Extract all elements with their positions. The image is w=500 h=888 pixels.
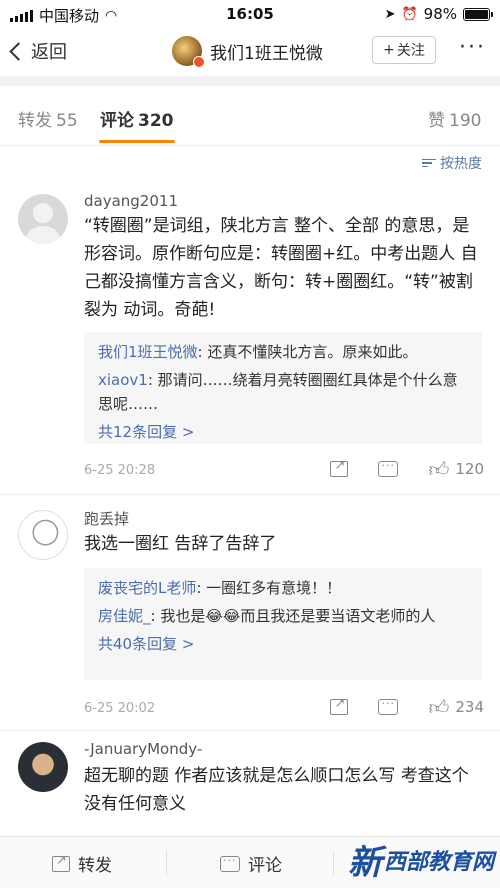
plus-icon: +: [383, 42, 395, 58]
comment-meta: 6-25 20:02 👍︎ 234: [84, 695, 484, 722]
reply-box[interactable]: 废丧宅的L老师: 一圈红多有意境！！ 房佳妮_: 我也是😂😂而且我还是要当语文老…: [84, 568, 482, 680]
back-label: 返回: [31, 42, 67, 63]
battery-percent: 98%: [423, 5, 457, 23]
share-icon: [330, 696, 349, 715]
like-button[interactable]: 👍︎ 120: [428, 457, 484, 481]
watermark-logo: 新 西部教育网: [348, 835, 494, 884]
reply-box[interactable]: 我们1班王悦微: 还真不懂陕北方言。原来如此。 xiaov1: 那请问……绕着月…: [84, 332, 482, 444]
reply-username[interactable]: xiaov1: [98, 371, 148, 389]
chevron-left-icon: [9, 41, 28, 61]
share-icon: [330, 458, 349, 477]
reply-username[interactable]: 废丧宅的L老师: [98, 579, 196, 597]
more-options-icon[interactable]: ···: [459, 37, 486, 59]
reply-item: 废丧宅的L老师: 一圈红多有意境！！: [98, 576, 468, 600]
reply-text: : 我也是😂😂而且我还是要当语文老师的人: [150, 607, 436, 625]
divider: [0, 730, 500, 731]
avatar[interactable]: [18, 194, 68, 244]
verified-badge-icon: [193, 56, 205, 68]
reply-item: 我们1班王悦微: 还真不懂陕北方言。原来如此。: [98, 340, 468, 364]
repost-label: 转发: [78, 856, 112, 876]
comment-meta: 6-25 20:28 👍︎ 120: [84, 457, 484, 484]
reply-username[interactable]: 房佳妮_: [98, 607, 151, 625]
page-title-group[interactable]: 我们1班王悦微: [172, 36, 323, 68]
comment-icon: [378, 459, 399, 477]
tab-repost[interactable]: 转发 55: [18, 106, 78, 131]
reply-text: : 还真不懂陕北方言。原来如此。: [197, 343, 418, 361]
reply-username[interactable]: 我们1班王悦微: [98, 343, 198, 361]
comment-username[interactable]: 跑丢掉: [84, 508, 129, 529]
sort-icon: [422, 158, 436, 168]
follow-label: 关注: [396, 43, 425, 59]
tab-comments[interactable]: 评论 320: [100, 106, 174, 131]
status-bar: 中国移动 ◠ 16:05 ➤ ⏰ 98%: [0, 0, 500, 28]
comment-time: 6-25 20:02: [84, 701, 156, 716]
page-title: 我们1班王悦微: [210, 43, 323, 64]
comment-icon: [378, 697, 399, 715]
comment-text: 超无聊的题 作者应该就是怎么顺口怎么写 考查这个没有任何意义: [84, 766, 469, 814]
tab-label: 评论: [100, 111, 134, 131]
battery-fill: [465, 9, 488, 19]
comment-username[interactable]: -JanuaryMondy-: [84, 740, 202, 758]
more-replies-link[interactable]: 共12条回复 >: [98, 420, 468, 444]
tab-label: 转发: [18, 111, 52, 131]
tab-count: 55: [56, 111, 78, 131]
like-button[interactable]: 👍︎ 234: [428, 695, 484, 719]
avatar[interactable]: [172, 36, 205, 68]
like-count: 120: [455, 460, 484, 478]
comment-time: 6-25 20:28: [84, 463, 156, 478]
follow-button[interactable]: + 关注: [372, 36, 436, 64]
section-divider: [0, 76, 500, 86]
battery-icon: [463, 7, 493, 21]
reply-text: : 那请问……绕着月亮转圈圈红具体是个什么意思呢……: [98, 371, 458, 413]
watermark-text: 西部教育网: [383, 848, 494, 875]
comment-username[interactable]: dayang2011: [84, 192, 178, 210]
comment-icon: [220, 854, 240, 872]
back-button[interactable]: 返回: [9, 38, 67, 64]
repost-button[interactable]: [330, 696, 349, 715]
reply-button[interactable]: [378, 459, 399, 477]
divider: [333, 851, 334, 875]
alarm-icon: ⏰: [401, 6, 418, 22]
comment-label: 评论: [248, 856, 282, 876]
more-replies-link[interactable]: 共40条回复 >: [98, 632, 468, 656]
comment-action[interactable]: 评论: [220, 851, 282, 876]
repost-action[interactable]: 转发: [52, 851, 112, 876]
share-icon: [52, 853, 70, 872]
divider: [166, 851, 167, 875]
reply-text: : 一圈红多有意境！！: [196, 579, 342, 597]
sort-button[interactable]: 按热度: [422, 153, 482, 173]
tab-label: 赞: [428, 111, 445, 131]
watermark-glyph: 新: [347, 843, 382, 883]
avatar[interactable]: [18, 742, 68, 792]
tab-bar: 转发 55 评论 320 赞 190: [0, 86, 500, 146]
thumbs-up-icon: 👍︎: [428, 457, 450, 481]
thumbs-up-icon: 👍︎: [428, 695, 450, 719]
location-icon: ➤: [384, 6, 396, 22]
repost-button[interactable]: [330, 458, 349, 477]
sort-label: 按热度: [440, 156, 482, 172]
divider: [0, 494, 500, 495]
reply-item: xiaov1: 那请问……绕着月亮转圈圈红具体是个什么意思呢……: [98, 368, 468, 416]
tab-likes[interactable]: 赞 190: [428, 106, 481, 131]
tab-count: 190: [449, 111, 482, 131]
comment-text: 我选一圈红 告辞了告辞了: [84, 534, 277, 554]
reply-item: 房佳妮_: 我也是😂😂而且我还是要当语文老师的人: [98, 604, 468, 628]
nav-bar: 返回 我们1班王悦微 + 关注 ···: [0, 28, 500, 76]
comment-text: “转圈圈”是词组，陕北方言 整个、全部 的意思，是形容词。原作断句应是：转圈圈+…: [84, 216, 478, 320]
reply-button[interactable]: [378, 697, 399, 715]
tab-count: 320: [138, 111, 174, 131]
active-tab-indicator: [99, 140, 175, 143]
like-count: 234: [455, 698, 484, 716]
avatar[interactable]: [18, 510, 68, 560]
